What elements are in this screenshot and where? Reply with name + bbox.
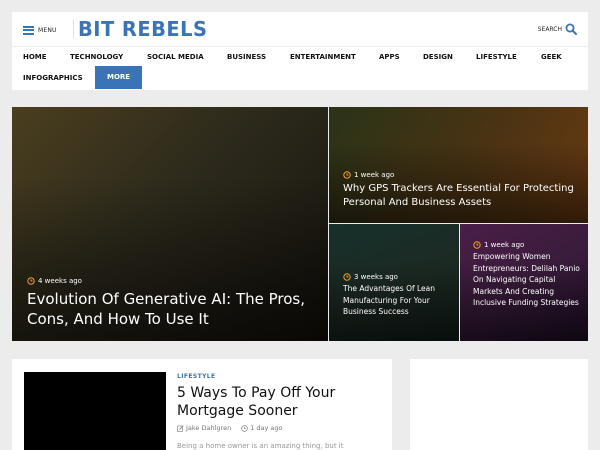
clock-icon [343,273,351,281]
featured-bottom-right-text: 1 week ago Empowering Women Entrepreneur… [473,241,585,309]
featured-main[interactable]: 4 weeks ago Evolution Of Generative AI: … [12,107,328,341]
featured-bottom-right-time: 1 week ago [484,241,525,249]
featured-main-time: 4 weeks ago [38,277,82,285]
nav-infographics[interactable]: INFOGRAPHICS [23,67,83,89]
divider [73,20,74,38]
nav-apps[interactable]: APPS [379,46,400,68]
menu-label: MENU [38,26,57,34]
nav-home[interactable]: HOME [23,46,47,68]
search-label: SEARCH [537,25,562,33]
featured-top[interactable]: 1 week ago Why GPS Trackers Are Essentia… [329,107,588,223]
featured-main-meta: 4 weeks ago [27,277,317,285]
article-thumbnail[interactable] [24,372,166,450]
nav-technology[interactable]: TECHNOLOGY [70,46,123,68]
article-title[interactable]: 5 Ways To Pay Off Your Mortgage Sooner [177,384,382,420]
featured-top-time: 1 week ago [354,171,395,179]
search-button[interactable]: SEARCH [538,23,577,35]
clock-icon [241,424,248,432]
article-category[interactable]: LIFESTYLE [177,373,216,380]
article-time-wrap: 1 day ago [241,424,283,432]
featured-main-title[interactable]: Evolution Of Generative AI: The Pros, Co… [27,289,317,329]
top-bar: MENU BIT REBELS SEARCH [12,12,588,46]
search-icon [565,23,577,35]
featured-bottom-left-meta: 3 weeks ago [343,273,453,281]
featured-bottom-right-title[interactable]: Empowering Women Entrepreneurs: Delilah … [473,251,585,309]
article-meta: Jake Dahlgren 1 day ago [177,424,283,432]
nav-lifestyle[interactable]: LIFESTYLE [476,46,517,68]
featured-bottom-left[interactable]: 3 weeks ago The Advantages Of Lean Manuf… [329,224,459,341]
nav-social-media[interactable]: SOCIAL MEDIA [147,46,204,68]
article-author[interactable]: Jake Dahlgren [186,424,231,432]
featured-top-meta: 1 week ago [343,171,583,179]
site-logo[interactable]: BIT REBELS [78,17,207,41]
nav-design[interactable]: DESIGN [423,46,453,68]
featured-main-text: 4 weeks ago Evolution Of Generative AI: … [27,277,317,329]
nav-entertainment[interactable]: ENTERTAINMENT [290,46,356,68]
main-nav: HOME TECHNOLOGY SOCIAL MEDIA BUSINESS EN… [12,46,588,90]
article-time: 1 day ago [250,424,283,432]
edit-icon [177,424,184,432]
featured-top-title[interactable]: Why GPS Trackers Are Essential For Prote… [343,182,583,210]
article-excerpt: Being a home owner is an amazing thing, … [177,442,344,450]
clock-icon [343,171,351,179]
menu-button[interactable]: MENU [23,23,57,37]
featured-bottom-left-time: 3 weeks ago [354,273,398,281]
nav-business[interactable]: BUSINESS [227,46,266,68]
article-card: LIFESTYLE 5 Ways To Pay Off Your Mortgag… [12,359,392,450]
featured-bottom-right-meta: 1 week ago [473,241,585,249]
clock-icon [27,277,35,285]
nav-more[interactable]: MORE [95,66,143,89]
nav-geek[interactable]: GEEK [541,46,562,68]
featured-top-text: 1 week ago Why GPS Trackers Are Essentia… [343,171,583,210]
featured-bottom-left-title[interactable]: The Advantages Of Lean Manufacturing For… [343,283,453,318]
featured-bottom-left-text: 3 weeks ago The Advantages Of Lean Manuf… [343,273,453,318]
featured-bottom-right[interactable]: 1 week ago Empowering Women Entrepreneur… [460,224,588,341]
article-author-wrap: Jake Dahlgren [177,424,231,432]
hamburger-icon [23,25,34,35]
clock-icon [473,241,481,249]
site-header: MENU BIT REBELS SEARCH HOME TECHNOLOGY S… [12,12,588,90]
sidebar-widget [410,359,588,450]
